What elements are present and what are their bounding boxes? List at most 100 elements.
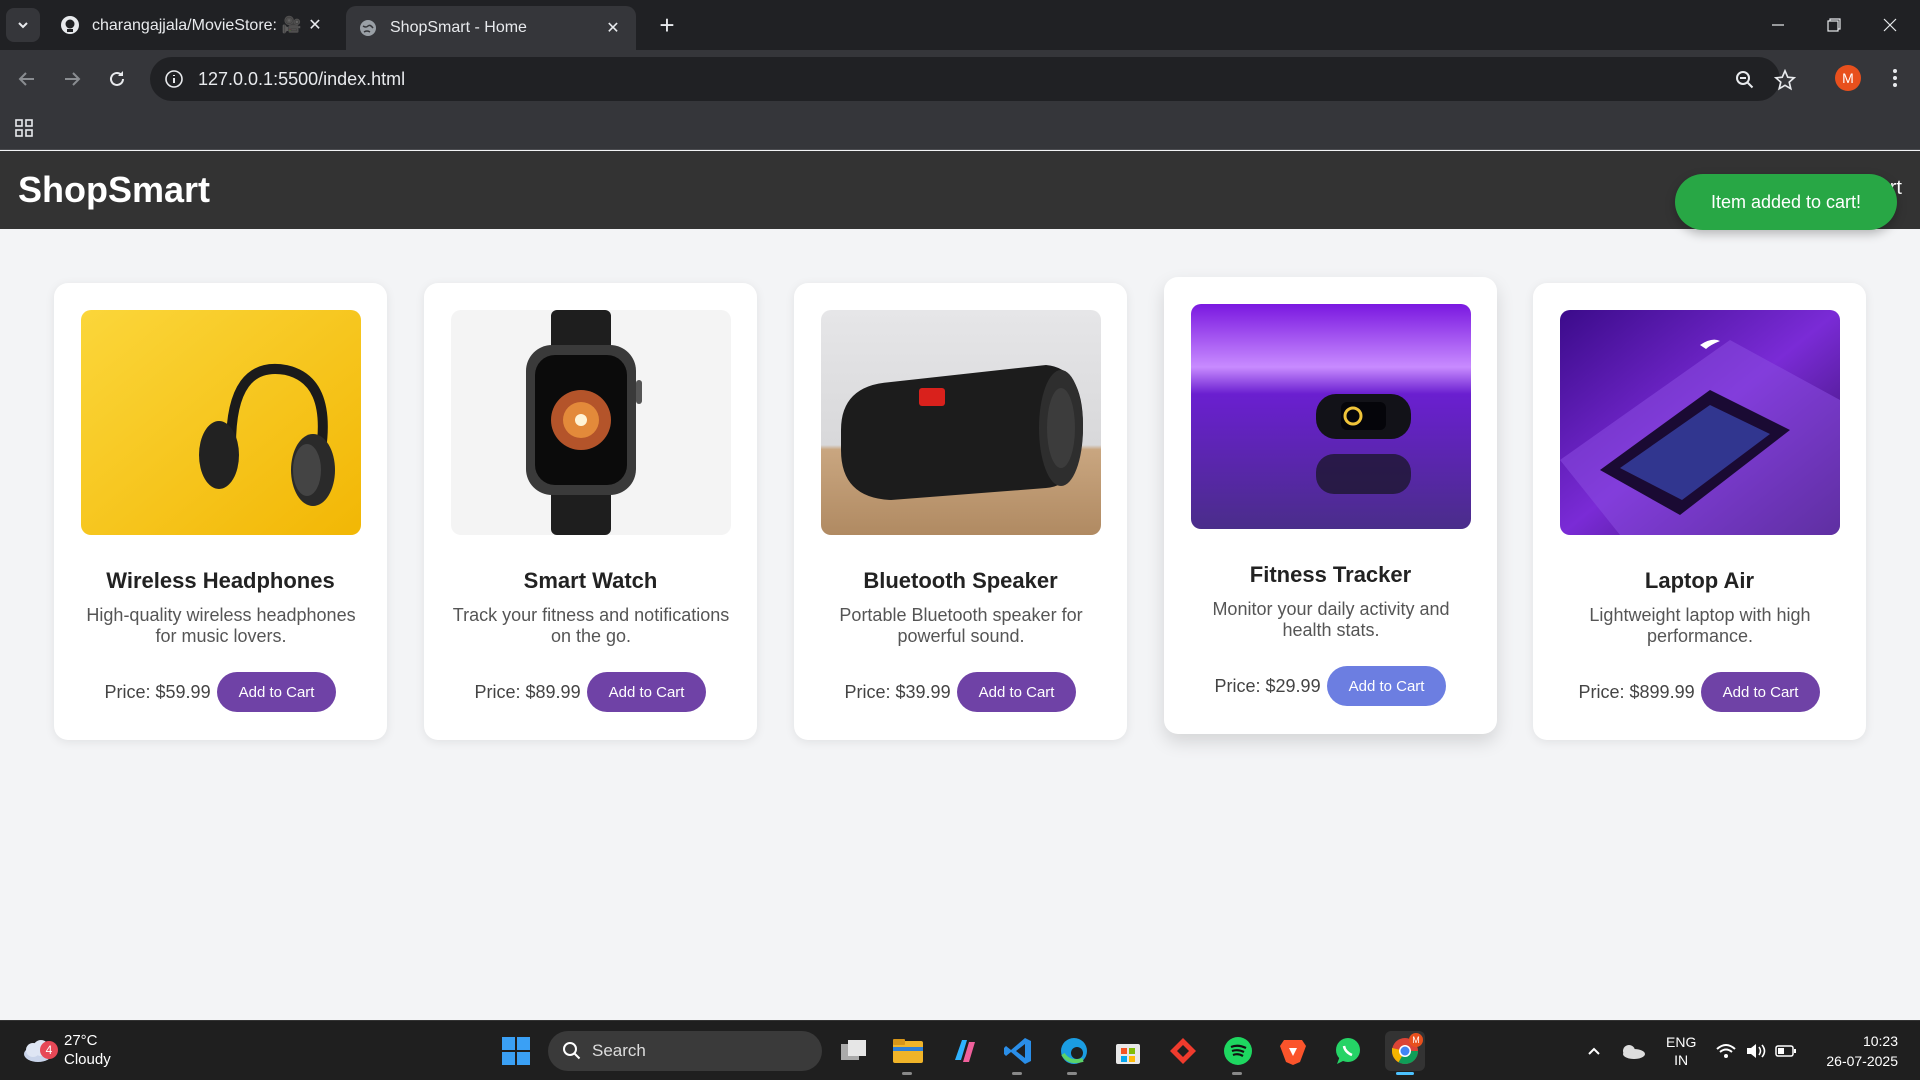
browser-toolbar: 127.0.0.1:5500/index.html M bbox=[0, 50, 1920, 108]
add-to-cart-button[interactable]: Add to Cart bbox=[1700, 672, 1821, 712]
windows-taskbar: 4 27°C Cloudy Search M ENG IN 10:23 26-0… bbox=[0, 1020, 1920, 1080]
new-tab-button[interactable]: + bbox=[652, 10, 682, 40]
laptop-image bbox=[1560, 310, 1840, 535]
tab-title: charangajjala/MovieStore: 🎥 🍿 bbox=[92, 17, 304, 34]
weather-condition: Cloudy bbox=[64, 1051, 111, 1068]
clock-time: 10:23 bbox=[1862, 1033, 1898, 1049]
address-bar[interactable]: 127.0.0.1:5500/index.html bbox=[150, 57, 1796, 101]
info-icon bbox=[165, 70, 183, 88]
cloudy-weather-icon: 4 bbox=[20, 1035, 58, 1065]
product-price: Price: $29.99 bbox=[1214, 675, 1321, 696]
running-indicator bbox=[1067, 1072, 1077, 1075]
browser-menu-button[interactable] bbox=[1880, 63, 1910, 93]
weather-widget[interactable]: 4 27°C Cloudy bbox=[20, 1031, 111, 1069]
task-view-icon[interactable] bbox=[836, 1033, 872, 1069]
fitness-tracker-image bbox=[1191, 304, 1471, 529]
reload-button[interactable] bbox=[100, 62, 134, 96]
url-text: 127.0.0.1:5500/index.html bbox=[198, 68, 406, 89]
search-icon bbox=[563, 1042, 581, 1060]
battery-icon[interactable] bbox=[1768, 1033, 1804, 1069]
site-logo[interactable]: ShopSmart bbox=[18, 169, 210, 211]
product-grid: Wireless Headphones High-quality wireles… bbox=[54, 277, 1866, 743]
restore-icon bbox=[1827, 18, 1841, 32]
bookmark-star-icon[interactable] bbox=[1773, 68, 1797, 92]
arrow-left-icon bbox=[18, 72, 34, 86]
close-window-button[interactable] bbox=[1862, 0, 1918, 50]
bookmarks-bar bbox=[0, 108, 1920, 150]
tab-search-button[interactable] bbox=[6, 8, 40, 42]
speaker-image bbox=[821, 310, 1101, 535]
product-price: Price: $899.99 bbox=[1578, 681, 1695, 702]
close-tab-icon[interactable]: ✕ bbox=[602, 17, 624, 39]
close-tab-icon[interactable]: ✕ bbox=[304, 14, 326, 36]
search-placeholder: Search bbox=[592, 1041, 646, 1060]
product-price: Price: $59.99 bbox=[104, 681, 211, 702]
active-app-indicator bbox=[1396, 1072, 1414, 1075]
copilot-icon[interactable] bbox=[946, 1033, 982, 1069]
apps-grid-icon[interactable] bbox=[14, 118, 34, 138]
taskbar-search[interactable]: Search bbox=[548, 1031, 822, 1071]
chevron-down-icon bbox=[18, 22, 28, 29]
show-hidden-icons-button[interactable] bbox=[1576, 1033, 1612, 1069]
start-button[interactable] bbox=[498, 1033, 534, 1069]
product-name: Wireless Headphones bbox=[106, 568, 335, 593]
smart-watch-image bbox=[451, 310, 731, 535]
price-row: Price: $899.99 Add to Cart bbox=[1533, 672, 1866, 712]
back-button[interactable] bbox=[10, 62, 44, 96]
product-card: Laptop Air Lightweight laptop with high … bbox=[1533, 283, 1866, 740]
minimize-icon bbox=[1772, 24, 1784, 26]
price-row: Price: $89.99 Add to Cart bbox=[424, 672, 757, 712]
add-to-cart-button[interactable]: Add to Cart bbox=[586, 672, 707, 712]
running-indicator bbox=[1012, 1072, 1022, 1075]
product-description: High-quality wireless headphones for mus… bbox=[86, 605, 356, 646]
chrome-icon[interactable]: M bbox=[1385, 1031, 1425, 1071]
zoom-icon[interactable] bbox=[1733, 68, 1757, 92]
site-header: ShopSmart Cart bbox=[0, 151, 1920, 229]
close-icon bbox=[1883, 18, 1897, 32]
forward-button[interactable] bbox=[55, 62, 89, 96]
whatsapp-icon[interactable] bbox=[1330, 1033, 1366, 1069]
product-description: Monitor your daily activity and health s… bbox=[1212, 599, 1450, 640]
price-row: Price: $59.99 Add to Cart bbox=[54, 672, 387, 712]
restore-button[interactable] bbox=[1806, 0, 1862, 50]
price-row: Price: $29.99 Add to Cart bbox=[1164, 666, 1497, 706]
windows-logo-icon bbox=[502, 1037, 530, 1065]
price-row: Price: $39.99 Add to Cart bbox=[794, 672, 1127, 712]
product-name: Fitness Tracker bbox=[1249, 562, 1412, 587]
anydesk-icon[interactable] bbox=[1165, 1033, 1201, 1069]
file-explorer-icon[interactable] bbox=[890, 1033, 926, 1069]
globe-icon bbox=[360, 20, 376, 36]
system-clock[interactable]: 10:23 26-07-2025 bbox=[1818, 1031, 1898, 1071]
product-card: Bluetooth Speaker Portable Bluetooth spe… bbox=[794, 283, 1127, 740]
language-code: ENG bbox=[1666, 1034, 1697, 1050]
brave-icon[interactable] bbox=[1275, 1033, 1311, 1069]
edge-icon[interactable] bbox=[1056, 1033, 1092, 1069]
product-price: Price: $89.99 bbox=[474, 681, 581, 702]
notification-badge: 4 bbox=[40, 1041, 58, 1059]
product-card: Wireless Headphones High-quality wireles… bbox=[54, 283, 387, 740]
product-name: Smart Watch bbox=[523, 568, 658, 593]
chrome-profile-badge: M bbox=[1409, 1033, 1423, 1047]
reload-icon bbox=[110, 71, 124, 86]
spotify-icon[interactable] bbox=[1220, 1033, 1256, 1069]
product-card: Fitness Tracker Monitor your daily activ… bbox=[1164, 277, 1497, 734]
vscode-icon[interactable] bbox=[1000, 1033, 1036, 1069]
tab-moviestore[interactable]: charangajjala/MovieStore: 🎥 🍿 ✕ bbox=[48, 6, 338, 44]
region-code: IN bbox=[1674, 1052, 1689, 1068]
onedrive-icon[interactable] bbox=[1614, 1033, 1650, 1069]
minimize-button[interactable] bbox=[1750, 0, 1806, 50]
weather-temp: 27°C bbox=[64, 1032, 98, 1049]
more-vertical-icon bbox=[1893, 69, 1897, 87]
microsoft-store-icon[interactable] bbox=[1110, 1033, 1146, 1069]
arrow-right-icon bbox=[65, 72, 81, 86]
add-to-cart-button[interactable]: Add to Cart bbox=[1326, 666, 1447, 706]
add-to-cart-button[interactable]: Add to Cart bbox=[956, 672, 1077, 712]
product-name: Bluetooth Speaker bbox=[863, 568, 1058, 593]
language-indicator[interactable]: ENG IN bbox=[1666, 1033, 1696, 1069]
add-to-cart-button[interactable]: Add to Cart bbox=[216, 672, 337, 712]
plus-icon: + bbox=[659, 10, 675, 40]
product-price: Price: $39.99 bbox=[844, 681, 951, 702]
added-to-cart-toast: Item added to cart! bbox=[1675, 174, 1897, 230]
profile-avatar[interactable]: M bbox=[1835, 65, 1861, 91]
tab-shopsmart[interactable]: ShopSmart - Home ✕ bbox=[346, 6, 636, 50]
